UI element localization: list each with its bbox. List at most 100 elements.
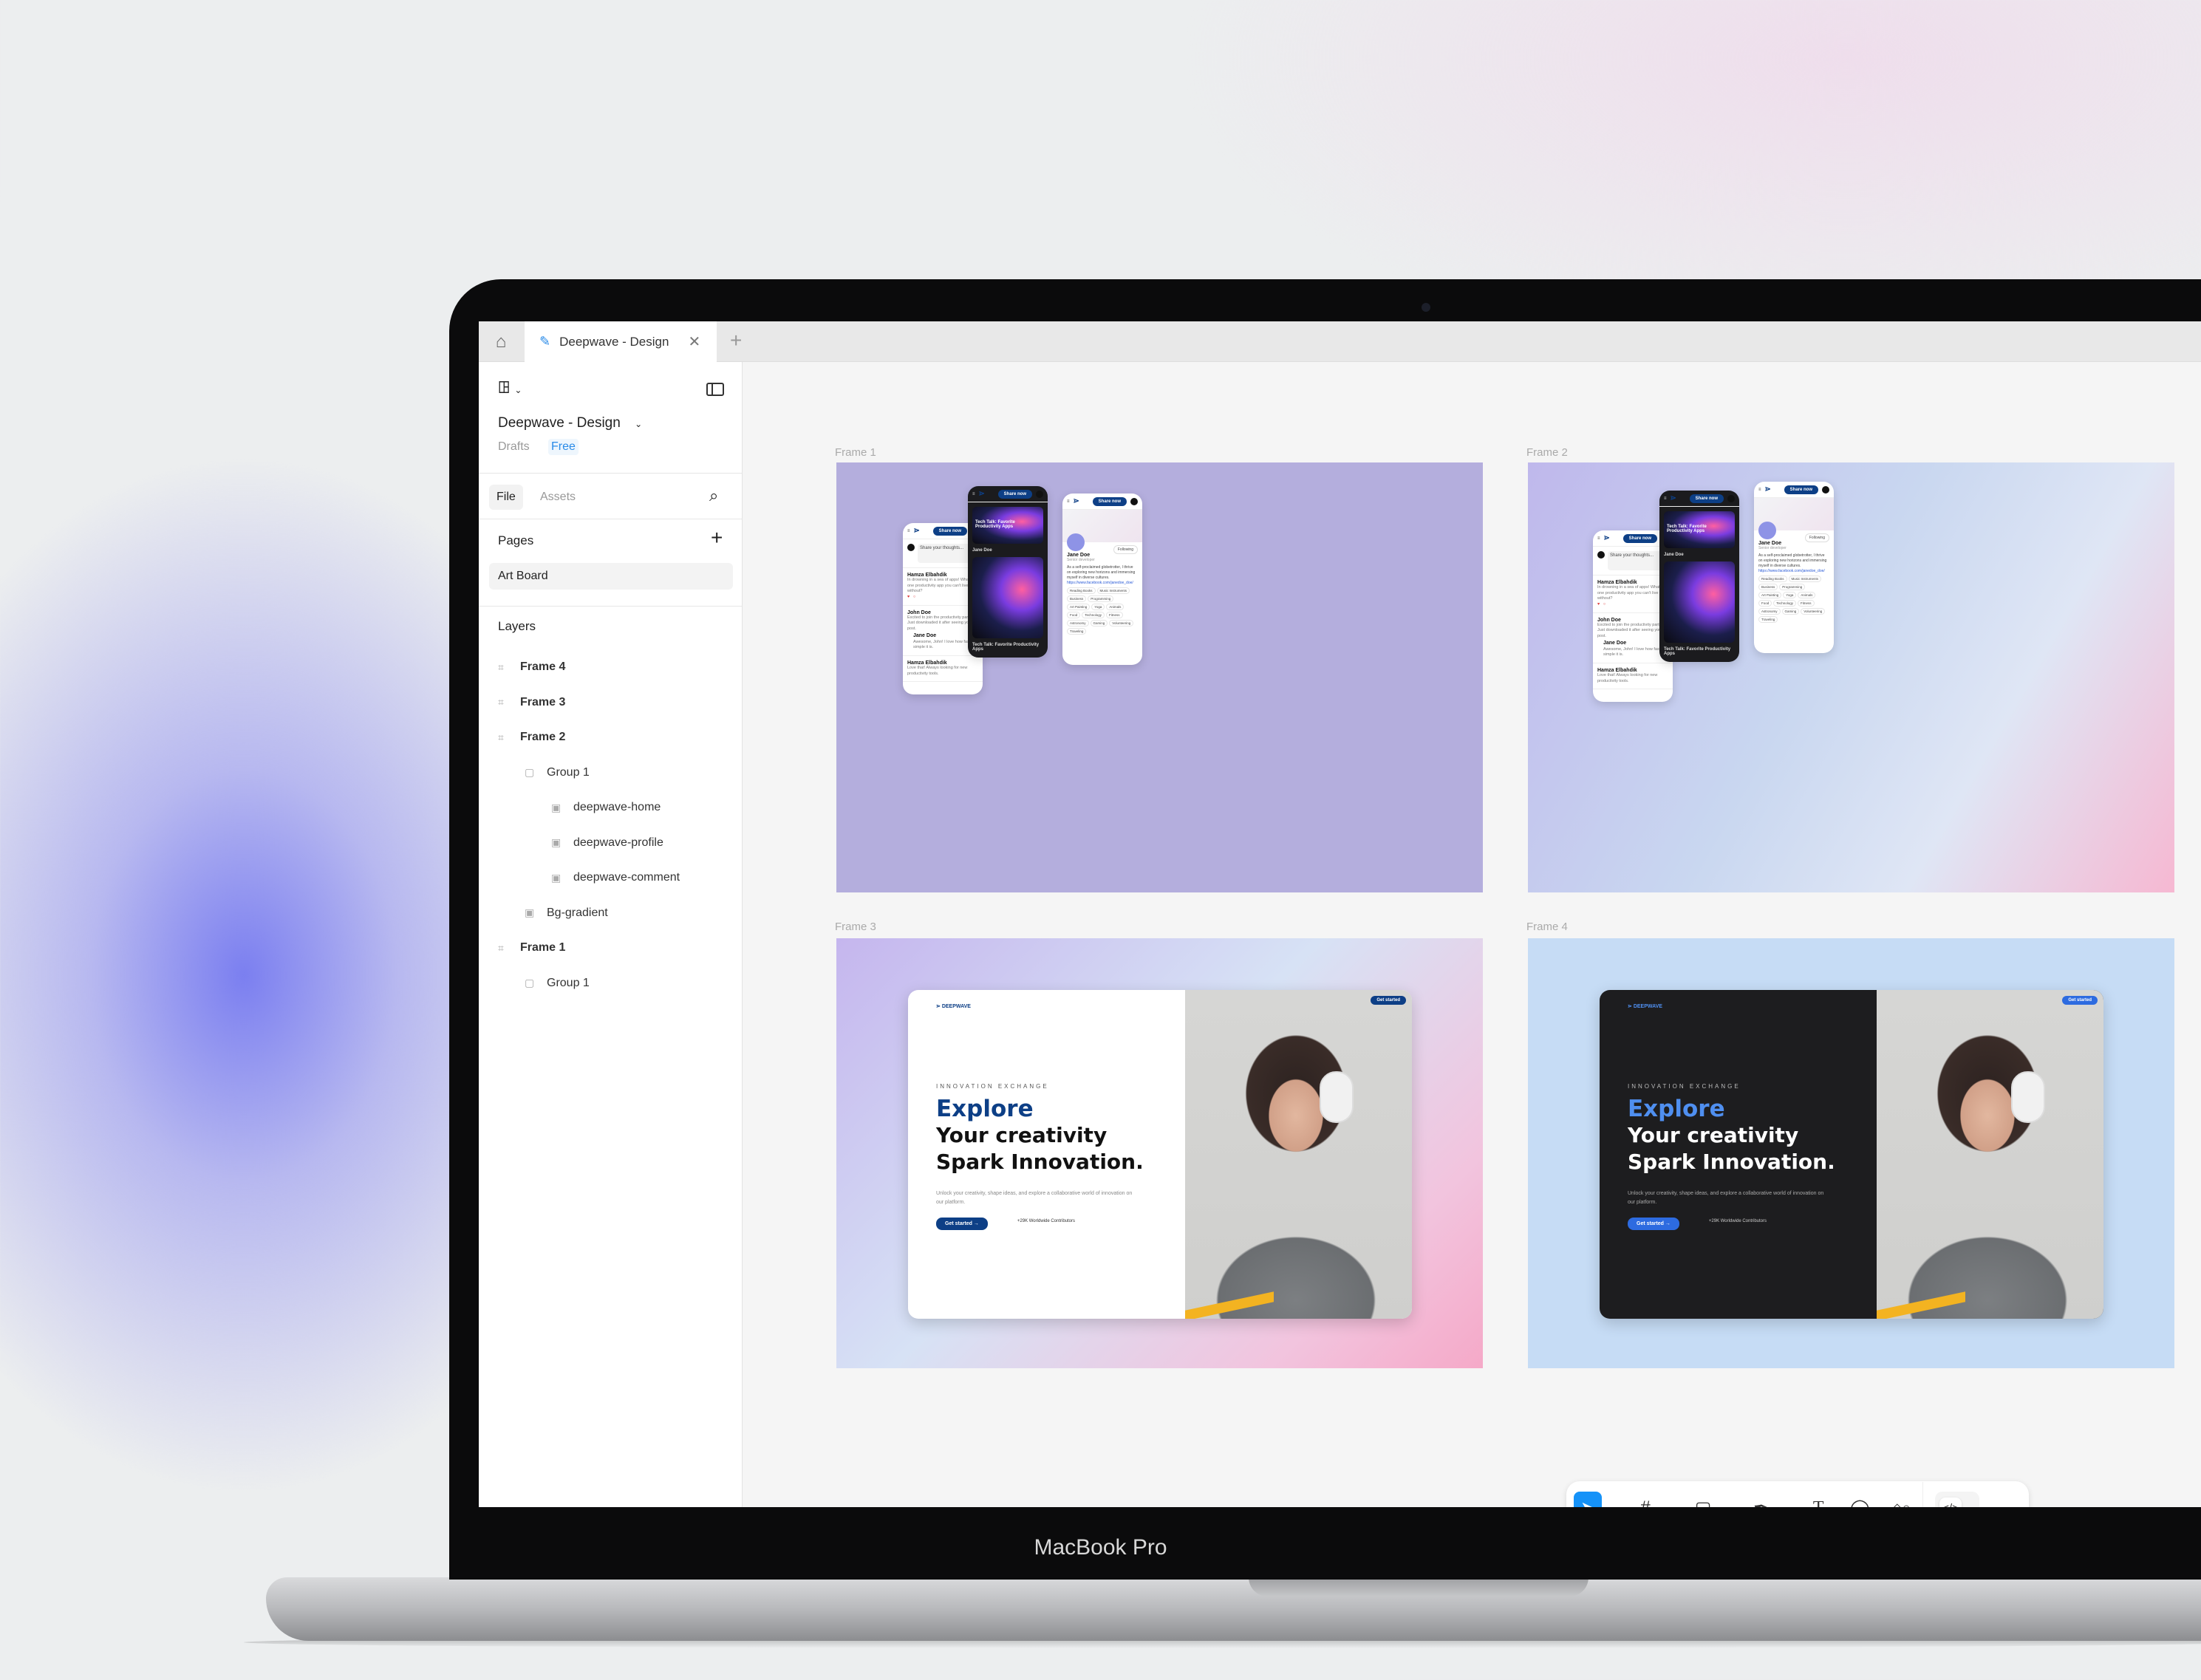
interest-chip: Volunteering — [1109, 620, 1134, 626]
layers-heading: Layers — [498, 619, 536, 633]
layer-item[interactable]: ⌗ Frame 3 — [498, 696, 565, 709]
interest-chip: Music Instruments — [1788, 576, 1822, 582]
frame-2[interactable]: ≡ ⋗ Share now Share your thoughts... Hamza… — [1528, 462, 2174, 892]
post-author: Hamza Elbahdik — [1597, 580, 1637, 585]
frame-label[interactable]: Frame 1 — [835, 446, 876, 459]
post-author: Jane Doe — [1664, 553, 1684, 557]
headline-line-3: Spark Innovation. — [1628, 1150, 1835, 1175]
layer-item[interactable]: ⌗ Frame 2 — [498, 731, 565, 744]
tab-assets[interactable]: Assets — [540, 491, 576, 504]
headline-line-2: Your creativity — [1628, 1123, 1799, 1147]
frame-icon: ⌗ — [498, 660, 504, 673]
interest-chip: Technology — [1082, 612, 1105, 618]
layer-item[interactable]: ▣ deepwave-home — [551, 801, 661, 814]
layer-item[interactable]: ▣ Bg-gradient — [525, 906, 608, 920]
headline-line-3: Spark Innovation. — [936, 1150, 1144, 1175]
logo: ⋗ — [978, 490, 985, 498]
interest-chip: Music Instruments — [1096, 587, 1130, 594]
interest-chip: Yoga — [1783, 592, 1797, 598]
plan-badge: Free — [548, 439, 579, 455]
chevron-down-icon[interactable]: ⌄ — [1662, 1503, 1670, 1507]
home-phone: ≡ ⋗ Share now Tech Talk: Favorite Producti… — [968, 486, 1048, 658]
frame-icon: ⌗ — [498, 731, 504, 743]
post-author: John Doe — [1597, 617, 1621, 623]
layer-item[interactable]: ▣ deepwave-profile — [551, 836, 663, 850]
interest-chip: Business — [1067, 595, 1087, 602]
eyebrow: INNOVATION EXCHANGE — [1628, 1083, 1741, 1090]
page-item-art-board[interactable]: Art Board — [489, 563, 733, 590]
layer-item[interactable]: ⌗ Frame 4 — [498, 660, 565, 674]
frame-label[interactable]: Frame 3 — [835, 921, 876, 933]
frame-label[interactable]: Frame 2 — [1526, 446, 1568, 459]
logo: ⋗ — [1073, 497, 1079, 505]
chevron-down-icon[interactable]: ⌄ — [1605, 1503, 1612, 1507]
frame-label[interactable]: Frame 4 — [1526, 921, 1568, 933]
location: Drafts — [498, 440, 530, 453]
text-tool-icon[interactable]: T — [1804, 1492, 1832, 1508]
frame-1[interactable]: ≡ ⋗ Share now Share your thoughts... Hamza… — [836, 462, 1483, 892]
layer-item[interactable]: ⌗ Frame 1 — [498, 941, 565, 955]
layer-label: Frame 2 — [520, 731, 566, 743]
menu-icon: ≡ — [1067, 499, 1070, 504]
close-icon[interactable]: ✕ — [688, 332, 700, 351]
device-label: MacBook Pro — [1034, 1535, 1167, 1560]
layer-item[interactable]: ▣ deepwave-comment — [551, 871, 680, 884]
profile-role: Senior developer — [1067, 558, 1095, 562]
image-icon: ▣ — [551, 871, 562, 884]
figma-window: ⌂ ✎ Deepwave - Design ✕ + ꖸ ⌄ Deepwave -… — [479, 321, 2201, 1507]
tab-bar: ⌂ ✎ Deepwave - Design ✕ + — [479, 321, 2201, 362]
frame-4[interactable]: ⋗ DEEPWAVE INNOVATION EXCHANGE Explore Y… — [1528, 938, 2174, 1368]
hero-subtext: Unlock your creativity, shape ideas, and… — [936, 1190, 1133, 1205]
profile-phone: ≡ ⋗ Share now Following Jane Doe Senior dev… — [1754, 482, 1834, 653]
hero-subtext: Unlock your creativity, shape ideas, and… — [1628, 1190, 1824, 1205]
plus-icon[interactable]: + — [730, 329, 742, 352]
interest-chip: Programming — [1779, 584, 1806, 590]
frame-tool-icon[interactable]: # — [1631, 1492, 1659, 1507]
chevron-down-icon[interactable]: ⌄ — [1720, 1503, 1727, 1507]
profile-name: Jane Doe — [1067, 553, 1091, 558]
home-icon[interactable]: ⌂ — [479, 321, 523, 362]
headline-line-2: Your creativity — [936, 1123, 1108, 1147]
brand-logo: ⋗ DEEPWAVE — [936, 1004, 971, 1009]
get-started-top-button: Get started — [2062, 996, 2098, 1005]
profile-link: https://www.facebook.com/janedoe_doe/ — [1067, 581, 1133, 585]
tab-deepwave-design[interactable]: ✎ Deepwave - Design ✕ — [525, 321, 717, 362]
panel-toggle-icon[interactable] — [706, 383, 724, 396]
share-now-button: Share now — [1622, 533, 1657, 543]
interest-chip: Reading Books — [1067, 587, 1096, 594]
get-started-top-button: Get started — [1371, 996, 1406, 1005]
chevron-down-icon[interactable]: ⌄ — [1778, 1503, 1785, 1507]
comment-tool-icon[interactable]: ◯ — [1846, 1492, 1874, 1508]
actions-icon[interactable]: ◇○ — [1887, 1492, 1915, 1508]
tab-title: Deepwave - Design — [559, 334, 669, 349]
avatar — [1822, 485, 1829, 494]
profile-avatar — [1758, 522, 1776, 539]
layer-label: Frame 3 — [520, 695, 566, 708]
move-tool-icon[interactable]: ➤ — [1574, 1492, 1602, 1507]
post-author: Hamza Elbahdik — [1597, 667, 1637, 673]
chevron-down-icon: ⌄ — [635, 419, 643, 429]
profile-phone: ≡ ⋗ Share now Following Jane Doe Senior dev… — [1062, 494, 1142, 665]
layer-item[interactable]: ▢ Group 1 — [525, 977, 590, 990]
figma-menu-icon[interactable]: ꖸ ⌄ — [498, 378, 522, 397]
rectangle-tool-icon[interactable]: ▢ — [1689, 1492, 1717, 1508]
canvas: Frame 1 Frame 2 Frame 3 Frame 4 ≡ ⋗ Share … — [743, 362, 2201, 1507]
interest-chip: Animals — [1106, 604, 1125, 610]
pen-tool-icon[interactable]: ✒ — [1747, 1492, 1775, 1508]
file-name[interactable]: Deepwave - Design ⌄ — [498, 415, 642, 431]
layer-item[interactable]: ▢ Group 1 — [525, 766, 590, 779]
search-icon[interactable]: ⌕ — [709, 486, 718, 505]
add-page-icon[interactable]: + — [711, 526, 723, 550]
dev-mode-toggle-icon[interactable]: </> — [1935, 1492, 1980, 1507]
frame-3[interactable]: ⋗ DEEPWAVE INNOVATION EXCHANGE Explore Y… — [836, 938, 1483, 1368]
logo: ⋗ — [1603, 534, 1610, 542]
card-title: Tech Talk: Favorite Productivity Apps — [1664, 511, 1735, 548]
interest-chip: Gaming — [1090, 620, 1108, 626]
post-author: Jane Doe — [972, 548, 992, 553]
layer-label: Group 1 — [547, 765, 590, 779]
frame-icon: ⌗ — [498, 696, 504, 708]
interest-chip: Astronomy — [1758, 608, 1781, 615]
tab-file[interactable]: File — [489, 485, 523, 510]
pages-heading: Pages — [498, 533, 534, 547]
interest-chip: Astronomy — [1067, 620, 1089, 626]
